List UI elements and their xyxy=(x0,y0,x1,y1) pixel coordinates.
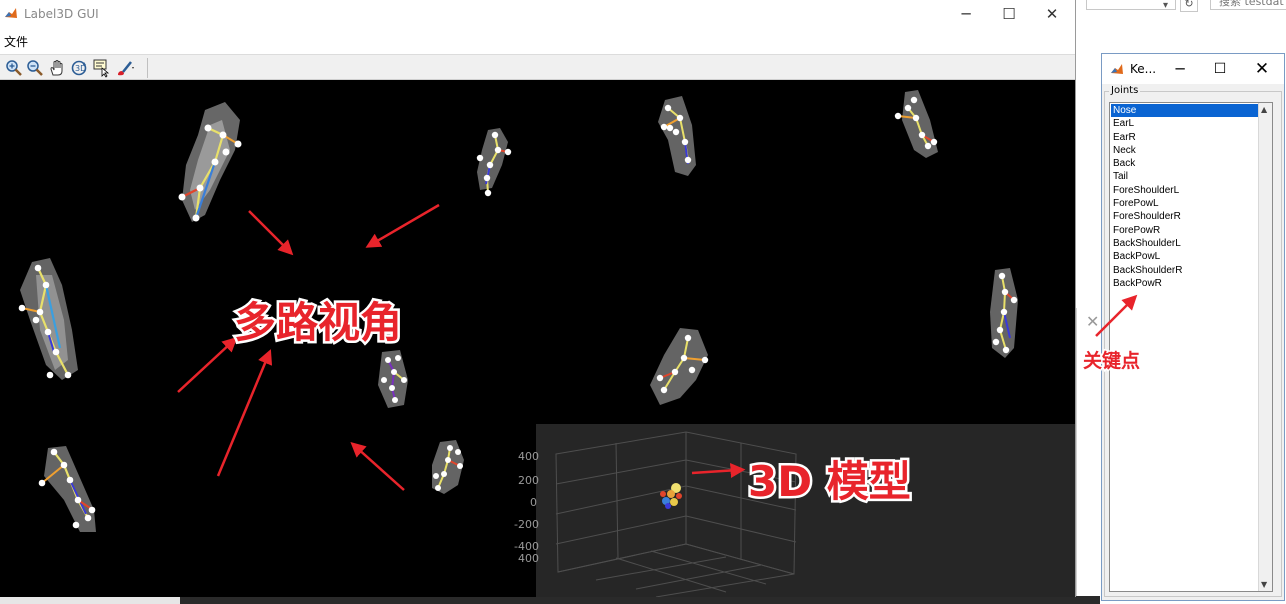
arrow-to-3d-model xyxy=(691,463,746,478)
scroll-down-icon[interactable]: ▼ xyxy=(1261,580,1267,589)
keypoint-window-title: Ke... xyxy=(1130,62,1157,76)
joint-item[interactable]: Tail xyxy=(1111,170,1261,183)
joint-item[interactable]: BackShoulderL xyxy=(1111,237,1261,250)
joint-item[interactable]: ForePowL xyxy=(1111,197,1261,210)
label3d-window: Label3D GUI ─ ☐ ✕ 文件 3D 400 200 0 -200 -… xyxy=(0,0,1076,597)
callout-3d-model: 3D 模型 xyxy=(746,455,914,509)
arrow-to-view xyxy=(365,203,440,248)
zoom-in-icon[interactable] xyxy=(4,58,24,78)
maximize-button[interactable]: ☐ xyxy=(987,0,1031,28)
arrow-to-joints xyxy=(1095,294,1138,337)
joint-item[interactable]: Nose xyxy=(1111,104,1261,118)
toolbar-separator xyxy=(147,58,148,78)
menu-file[interactable]: 文件 xyxy=(4,33,28,50)
background-taskbar-light xyxy=(0,596,180,604)
window-title: Label3D GUI xyxy=(24,7,99,21)
joints-scrollbar[interactable]: ▲ ▼ xyxy=(1258,103,1272,591)
joints-group-label: Joints xyxy=(1109,85,1141,96)
arrow-to-view xyxy=(177,336,238,393)
joint-item[interactable]: ForeShoulderL xyxy=(1111,184,1261,197)
main-titlebar: Label3D GUI ─ ☐ ✕ xyxy=(0,0,1075,28)
joint-item[interactable]: BackPowL xyxy=(1111,250,1261,263)
joint-item[interactable]: EarL xyxy=(1111,117,1261,130)
brush-icon[interactable] xyxy=(115,58,135,78)
background-search-input[interactable]: 搜索 testdat xyxy=(1210,0,1286,10)
joint-item[interactable]: ForeShoulderR xyxy=(1111,210,1261,223)
joint-item[interactable]: Neck xyxy=(1111,144,1261,157)
pan-hand-icon[interactable] xyxy=(47,58,67,78)
scroll-up-icon[interactable]: ▲ xyxy=(1261,105,1267,114)
joint-item[interactable]: BackPowR xyxy=(1111,277,1261,290)
joint-item[interactable]: ForePowR xyxy=(1111,224,1261,237)
arrow-to-view xyxy=(216,349,273,477)
rotate-3d-icon[interactable]: 3D xyxy=(69,58,89,78)
data-cursor-icon[interactable] xyxy=(92,58,112,78)
matlab-logo-icon xyxy=(1110,62,1124,76)
keypoint-close-button[interactable]: ✕ xyxy=(1246,54,1278,84)
toolbar: 3D xyxy=(0,54,1075,80)
minimize-button[interactable]: ─ xyxy=(944,0,988,28)
multi-view-canvas[interactable]: 400 200 0 -200 -400 400 xyxy=(0,80,1075,597)
keypoint-minimize-button[interactable]: ─ xyxy=(1164,54,1196,84)
annotation-arrows xyxy=(177,203,746,491)
zoom-out-icon[interactable] xyxy=(25,58,45,78)
background-refresh-icon[interactable]: ↻ xyxy=(1180,0,1198,12)
svg-text:3D: 3D xyxy=(75,64,86,73)
joint-item[interactable]: Back xyxy=(1111,157,1261,170)
joints-list: Nose EarL EarR Neck Back Tail ForeShould… xyxy=(1111,104,1261,290)
joint-item[interactable]: BackShoulderR xyxy=(1111,264,1261,277)
arrow-to-view xyxy=(350,441,405,491)
menu-bar: 文件 xyxy=(0,30,1075,50)
joint-item[interactable]: EarR xyxy=(1111,131,1261,144)
close-button[interactable]: ✕ xyxy=(1030,0,1074,28)
matlab-logo-icon xyxy=(4,6,18,20)
callout-keypoints: 关键点 xyxy=(1081,349,1141,374)
keypoint-maximize-button[interactable]: ☐ xyxy=(1204,54,1236,84)
background-dropdown-icon[interactable]: ▾ xyxy=(1163,0,1168,11)
callout-multi-view: 多路视角 xyxy=(231,296,404,350)
keypoint-titlebar: Ke... ─ ☐ ✕ xyxy=(1102,54,1284,84)
arrow-to-view xyxy=(248,210,294,256)
